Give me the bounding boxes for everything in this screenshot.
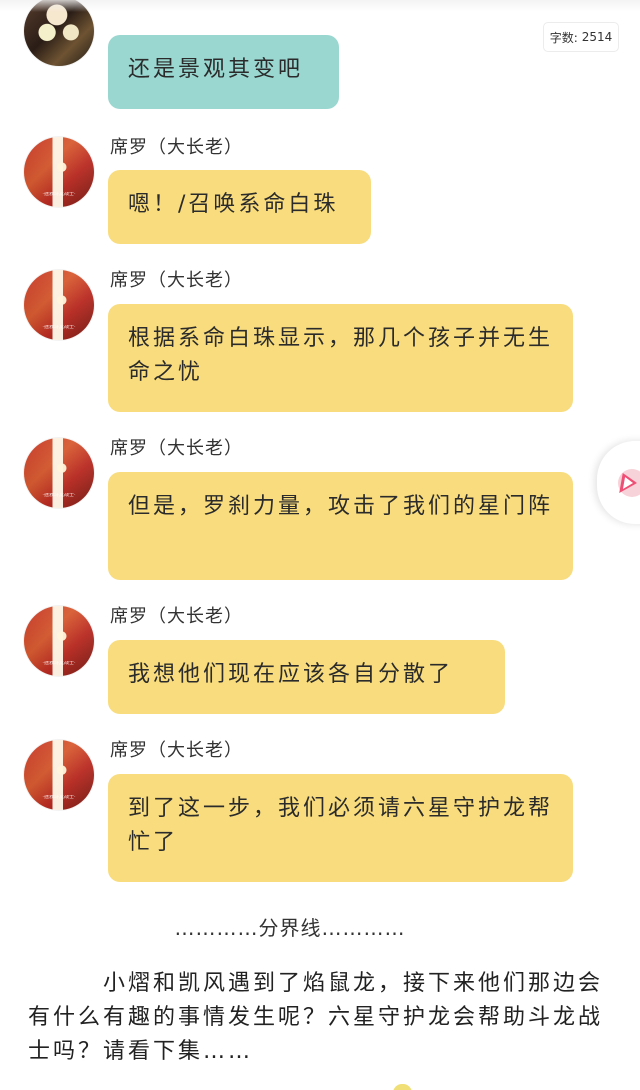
story-narration: 小熠和凯风遇到了焰鼠龙，接下来他们那边会有什么有趣的事情发生呢？六星守护龙会帮助…	[28, 971, 604, 1064]
speaker-name: 席罗（大长老）	[110, 606, 243, 627]
message-6: ·拯救斗龙战士· 席罗（大长老） 到了这一步，我们必须请六星守护龙帮忙了	[0, 740, 640, 890]
message-4: ·拯救斗龙战士· 席罗（大长老） 但是，罗刹力量，攻击了我们的星门阵	[0, 438, 640, 588]
message-2: ·拯救斗龙战士· 席罗（大长老） 嗯！/召唤系命白珠	[0, 137, 640, 247]
avatar-caption: ·拯救斗龙战士·	[42, 325, 76, 330]
avatar-caption: ·拯救斗龙战士·	[42, 493, 76, 498]
avatar-xi-luo: ·拯救斗龙战士·	[24, 606, 94, 676]
message-bubble: 我想他们现在应该各自分散了	[108, 640, 505, 714]
avatar-xi-luo: ·拯救斗龙战士·	[24, 438, 94, 508]
avatar-xi-luo: ·拯救斗龙战士·	[24, 740, 94, 810]
speaker-name: 席罗（大长老）	[110, 137, 243, 158]
word-count-label: 字数:	[549, 30, 578, 45]
word-count-badge: 字数: 2514	[543, 22, 619, 52]
chat-story-page: 字数: 2514 还是景观其变吧 ·拯救斗龙战士· 席罗（大长老） 嗯！/召唤系…	[0, 0, 640, 1090]
avatar-xi-luo: ·拯救斗龙战士·	[24, 270, 94, 340]
avatar-caption: ·拯救斗龙战士·	[42, 661, 76, 666]
avatar-xi-luo: ·拯救斗龙战士·	[24, 137, 94, 207]
speaker-name: 席罗（大长老）	[110, 740, 243, 761]
message-bubble: 但是，罗刹力量，攻击了我们的星门阵	[108, 472, 573, 580]
avatar-caption: ·拯救斗龙战士·	[42, 795, 76, 800]
message-bubble: 还是景观其变吧	[108, 35, 339, 109]
bottom-edge-indicator	[393, 1084, 412, 1090]
section-divider: …………分界线…………	[174, 915, 406, 940]
avatar-caption: ·拯救斗龙战士·	[42, 192, 76, 197]
message-bubble: 嗯！/召唤系命白珠	[108, 170, 371, 244]
message-bubble: 根据系命白珠显示，那几个孩子并无生命之忧	[108, 304, 573, 412]
message-5: ·拯救斗龙战士· 席罗（大长老） 我想他们现在应该各自分散了	[0, 606, 640, 718]
speaker-name: 席罗（大长老）	[110, 270, 243, 291]
top-fade	[0, 0, 640, 12]
speaker-name: 席罗（大长老）	[110, 438, 243, 459]
message-3: ·拯救斗龙战士· 席罗（大长老） 根据系命白珠显示，那几个孩子并无生命之忧	[0, 270, 640, 420]
message-bubble: 到了这一步，我们必须请六星守护龙帮忙了	[108, 774, 573, 882]
word-count-value: 2514	[581, 30, 613, 44]
message-1: 还是景观其变吧	[0, 0, 640, 112]
